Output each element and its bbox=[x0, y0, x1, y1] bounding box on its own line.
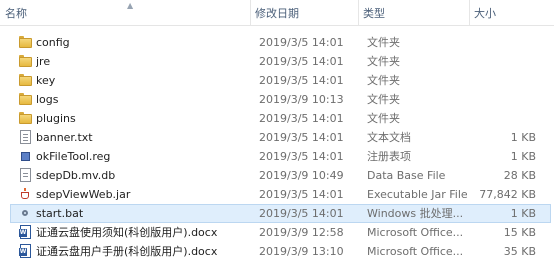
column-header-name[interactable]: 名称 ▲ bbox=[0, 0, 251, 25]
file-name: start.bat bbox=[36, 207, 84, 220]
file-size bbox=[470, 90, 536, 109]
file-size: 1 KB bbox=[510, 150, 536, 163]
file-type: Microsoft Office... bbox=[367, 245, 464, 258]
folder-icon bbox=[18, 54, 32, 68]
file-name: plugins bbox=[36, 112, 76, 125]
file-row[interactable]: jre 2019/3/5 14:01 文件夹 bbox=[0, 52, 554, 71]
file-type: 文件夹 bbox=[367, 112, 400, 125]
file-type: 注册表项 bbox=[367, 150, 411, 163]
file-modified: 2019/3/5 14:01 bbox=[259, 74, 344, 87]
column-size-label: 大小 bbox=[474, 7, 496, 20]
file-modified: 2019/3/9 10:13 bbox=[259, 93, 344, 106]
file-modified: 2019/3/9 12:58 bbox=[259, 226, 344, 239]
file-row[interactable]: config 2019/3/5 14:01 文件夹 bbox=[0, 33, 554, 52]
file-size bbox=[470, 52, 536, 71]
file-size bbox=[470, 33, 536, 52]
column-name-label: 名称 bbox=[5, 7, 27, 20]
file-row[interactable]: key 2019/3/5 14:01 文件夹 bbox=[0, 71, 554, 90]
file-row[interactable]: W 证通云盘用户手册(科创版用户).docx 2019/3/9 13:10 Mi… bbox=[0, 242, 554, 261]
file-row[interactable]: okFileTool.reg 2019/3/5 14:01 注册表项 1 KB bbox=[0, 147, 554, 166]
file-name: jre bbox=[36, 55, 51, 68]
column-header-modified[interactable]: 修改日期 bbox=[251, 0, 359, 25]
file-name: 证通云盘用户手册(科创版用户).docx bbox=[36, 245, 218, 258]
file-size: 35 KB bbox=[503, 245, 536, 258]
registry-file-icon bbox=[18, 149, 32, 163]
folder-icon bbox=[18, 73, 32, 87]
file-type: 文件夹 bbox=[367, 74, 400, 87]
batch-file-icon bbox=[18, 206, 32, 220]
file-modified: 2019/3/9 10:49 bbox=[259, 169, 344, 182]
file-size bbox=[470, 109, 536, 128]
file-size: 1 KB bbox=[510, 131, 536, 144]
file-type: 文件夹 bbox=[367, 93, 400, 106]
file-size: 77,842 KB bbox=[479, 188, 536, 201]
file-type: 文件夹 bbox=[367, 55, 400, 68]
text-file-icon bbox=[18, 130, 32, 144]
file-modified: 2019/3/5 14:01 bbox=[259, 207, 344, 220]
column-modified-label: 修改日期 bbox=[255, 7, 299, 20]
file-type: Data Base File bbox=[367, 169, 446, 182]
file-type: Windows 批处理... bbox=[367, 207, 464, 220]
file-name: config bbox=[36, 36, 70, 49]
file-type: 文本文档 bbox=[367, 131, 411, 144]
file-modified: 2019/3/9 13:10 bbox=[259, 245, 344, 258]
file-row[interactable]: plugins 2019/3/5 14:01 文件夹 bbox=[0, 109, 554, 128]
file-modified: 2019/3/5 14:01 bbox=[259, 112, 344, 125]
file-modified: 2019/3/5 14:01 bbox=[259, 36, 344, 49]
file-name: logs bbox=[36, 93, 59, 106]
file-name: 证通云盘使用须知(科创版用户).docx bbox=[36, 226, 218, 239]
file-row-selected[interactable]: start.bat 2019/3/5 14:01 Windows 批处理... … bbox=[10, 204, 551, 223]
file-row[interactable]: logs 2019/3/9 10:13 文件夹 bbox=[0, 90, 554, 109]
file-list: config 2019/3/5 14:01 文件夹 jre 2019/3/5 1… bbox=[0, 33, 554, 261]
file-row[interactable]: W 证通云盘使用须知(科创版用户).docx 2019/3/9 12:58 Mi… bbox=[0, 223, 554, 242]
file-row[interactable]: banner.txt 2019/3/5 14:01 文本文档 1 KB bbox=[0, 128, 554, 147]
file-size bbox=[470, 71, 536, 90]
file-modified: 2019/3/5 14:01 bbox=[259, 131, 344, 144]
column-type-label: 类型 bbox=[363, 7, 385, 20]
column-header-type[interactable]: 类型 bbox=[359, 0, 470, 25]
folder-icon bbox=[18, 35, 32, 49]
file-row[interactable]: sdepDb.mv.db 2019/3/9 10:49 Data Base Fi… bbox=[0, 166, 554, 185]
database-file-icon bbox=[18, 168, 32, 182]
file-name: okFileTool.reg bbox=[36, 150, 111, 163]
file-row[interactable]: sdepViewWeb.jar 2019/3/5 14:01 Executabl… bbox=[0, 185, 554, 204]
folder-icon bbox=[18, 111, 32, 125]
sort-ascending-icon: ▲ bbox=[127, 1, 134, 10]
file-name: key bbox=[36, 74, 56, 87]
file-type: Executable Jar File bbox=[367, 188, 467, 201]
file-name: sdepDb.mv.db bbox=[36, 169, 116, 182]
file-modified: 2019/3/5 14:01 bbox=[259, 188, 344, 201]
file-name: sdepViewWeb.jar bbox=[36, 188, 131, 201]
file-size: 28 KB bbox=[503, 169, 536, 182]
file-modified: 2019/3/5 14:01 bbox=[259, 55, 344, 68]
file-name: banner.txt bbox=[36, 131, 93, 144]
word-document-icon: W bbox=[18, 225, 32, 239]
folder-icon bbox=[18, 92, 32, 106]
file-size: 15 KB bbox=[503, 226, 536, 239]
word-document-icon: W bbox=[18, 244, 32, 258]
file-modified: 2019/3/5 14:01 bbox=[259, 150, 344, 163]
file-type: 文件夹 bbox=[367, 36, 400, 49]
file-size: 1 KB bbox=[510, 207, 536, 220]
column-header-size[interactable]: 大小 bbox=[470, 0, 554, 25]
column-header: 名称 ▲ 修改日期 类型 大小 bbox=[0, 0, 554, 26]
jar-file-icon bbox=[18, 187, 32, 201]
file-type: Microsoft Office... bbox=[367, 226, 464, 239]
